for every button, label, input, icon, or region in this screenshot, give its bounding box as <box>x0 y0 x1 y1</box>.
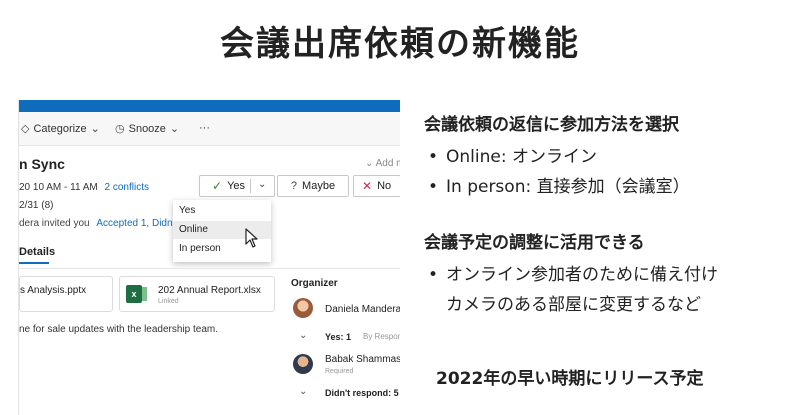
close-icon: ✕ <box>362 179 373 193</box>
release-note: 2022年の早い時期にリリース予定 <box>436 369 704 389</box>
meeting-subject: n Sync <box>19 156 65 172</box>
responses-link[interactable]: Accepted 1, Didn't <box>96 218 177 229</box>
bullet-dot: • <box>428 265 439 285</box>
slide-title: 会議出席依頼の新機能 <box>220 24 580 64</box>
yes-split-button[interactable]: ✓ Yes ⌄ <box>199 175 275 197</box>
conflicts-link[interactable]: 2 conflicts <box>105 182 149 193</box>
attachment-sub: Linked <box>158 298 179 305</box>
section2-heading: 会議予定の調整に活用できる <box>424 233 645 253</box>
chevron-down-icon[interactable]: ⌄ <box>299 386 307 397</box>
avatar <box>293 298 313 318</box>
bullet-text: In person: 直接参加（会議室） <box>446 177 690 197</box>
maybe-button[interactable]: ? Maybe <box>277 175 349 197</box>
attachment-xlsx[interactable]: x 202 Annual Report.xlsx Linked <box>119 276 275 312</box>
section1-heading: 会議依頼の返信に参加方法を選択 <box>424 115 679 135</box>
yes-count: Yes: 1 <box>325 332 352 342</box>
bullet-dot: • <box>428 147 439 167</box>
add-link[interactable]: ⌄ Add m <box>365 158 400 169</box>
chevron-down-icon[interactable]: ⌄ <box>258 179 266 190</box>
meeting-body-text: ne for sale updates with the leadership … <box>19 324 219 335</box>
bullet-in-person: • In person: 直接参加（会議室） <box>428 172 690 197</box>
chevron-down-icon: ⌄ <box>90 123 100 135</box>
organizer-name: Daniela Mandera <box>325 304 400 315</box>
chevron-down-icon[interactable]: ⌄ <box>299 330 307 341</box>
invited-by: dera invited you <box>19 218 90 229</box>
organizer-label: Organizer <box>291 278 338 289</box>
tag-icon: ◇ <box>21 123 30 135</box>
add-link-label: Add m <box>375 158 400 169</box>
tab-details[interactable]: Details <box>19 246 55 258</box>
avatar <box>293 354 313 374</box>
attendee-name: Babak Shammas <box>325 354 400 365</box>
bullet-online: • Online: オンライン <box>428 142 597 167</box>
bullet-text: オンライン参加者のために備え付け <box>446 265 718 285</box>
meeting-time-row: 20 10 AM - 11 AM 2 conflicts <box>19 182 149 193</box>
didnt-respond-count: Didn't respond: 5 <box>325 388 399 398</box>
bullet-text-continued: カメラのある部屋に変更するなど <box>446 295 701 315</box>
tab-selected-indicator <box>19 262 49 264</box>
excel-icon: x <box>126 285 147 303</box>
more-label: ··· <box>199 122 210 134</box>
snooze-button[interactable]: ◷ Snooze ⌄ <box>115 122 180 136</box>
attachment-name: s Analysis.pptx <box>20 285 87 296</box>
more-options-button[interactable]: ··· <box>199 122 210 134</box>
maybe-label: Maybe <box>302 180 336 192</box>
bullet-dot: • <box>428 177 439 197</box>
mouse-cursor-icon <box>245 228 258 248</box>
split-divider <box>250 179 251 193</box>
invite-row: dera invited you Accepted 1, Didn't <box>19 218 177 229</box>
outlook-toolbar: ◇ Categorize ⌄ ◷ Snooze ⌄ ··· <box>19 112 400 146</box>
divider <box>19 268 400 269</box>
meeting-time: 20 10 AM - 11 AM <box>19 182 98 193</box>
attachment-pptx[interactable]: s Analysis.pptx <box>19 276 113 312</box>
chevron-down-icon: ⌄ <box>169 123 180 135</box>
outlook-header-bar <box>19 100 400 112</box>
attendee-role: Required <box>325 368 354 375</box>
bullet-text: Online: オンライン <box>446 147 597 167</box>
categorize-label: Categorize <box>33 122 87 135</box>
snooze-label: Snooze <box>128 122 166 135</box>
attachment-name: 202 Annual Report.xlsx <box>158 285 261 296</box>
meeting-date: 2/31 (8) <box>19 200 54 211</box>
categorize-button[interactable]: ◇ Categorize ⌄ <box>21 122 100 136</box>
bullet-room-change: • オンライン参加者のために備え付け <box>428 260 718 285</box>
sort-by-response[interactable]: By Respon <box>363 332 400 341</box>
no-label: No <box>377 180 392 192</box>
clock-icon: ◷ <box>115 123 125 135</box>
no-button[interactable]: ✕ No <box>353 175 400 197</box>
menu-item-yes[interactable]: Yes <box>173 202 271 220</box>
question-icon: ? <box>290 180 298 192</box>
yes-label: Yes <box>227 180 246 192</box>
chevron-down-icon: ⌄ <box>365 158 376 169</box>
outlook-screenshot: ◇ Categorize ⌄ ◷ Snooze ⌄ ··· n Sync ⌄ A… <box>18 100 400 415</box>
checkmark-icon: ✓ <box>212 179 223 193</box>
